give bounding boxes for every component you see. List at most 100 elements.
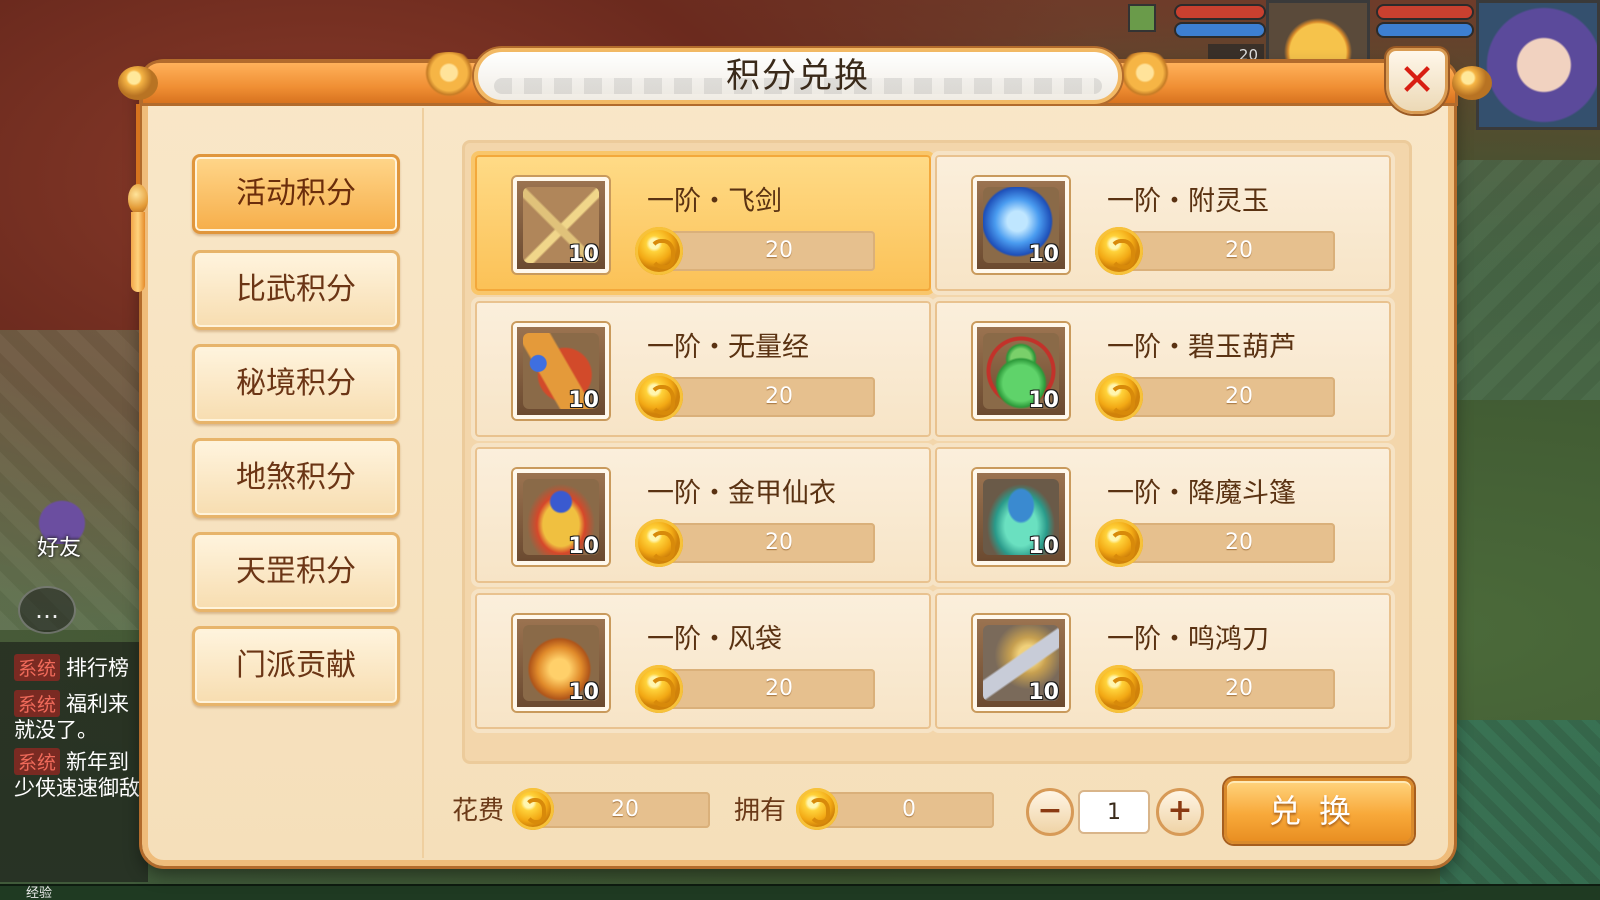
category-tab[interactable]: 秘境积分: [192, 344, 400, 424]
item-card[interactable]: 10 一阶・无量经 20: [471, 297, 935, 441]
coin-icon: [1095, 373, 1143, 421]
friend-button-label[interactable]: 好友: [24, 530, 94, 562]
chat-tag: 系统: [14, 654, 61, 681]
tassel-tail: [131, 212, 145, 292]
demon-cloak-icon: 10: [973, 469, 1069, 565]
chat-tag: 系统: [14, 748, 61, 775]
tassel-ornament: [126, 104, 150, 294]
plus-icon: +: [1167, 793, 1193, 828]
coin-icon: [796, 788, 838, 830]
coin-icon: [635, 373, 683, 421]
scripture-scroll-icon: 10: [513, 323, 609, 419]
chat-text: 福利来: [66, 692, 130, 716]
category-tab[interactable]: 门派贡献: [192, 626, 400, 706]
scroll-rod-ornament: [118, 66, 158, 100]
close-button[interactable]: ✕: [1386, 48, 1448, 114]
item-card[interactable]: 10 一阶・附灵玉 20: [931, 151, 1395, 295]
item-price: 20: [1127, 231, 1335, 271]
chat-text: 就没了。: [14, 718, 98, 742]
category-tab[interactable]: 活动积分: [192, 154, 400, 234]
item-price: 20: [1127, 377, 1335, 417]
chat-text: 新年到: [66, 750, 130, 774]
tassel-knot: [128, 184, 148, 214]
item-name: 一阶・无量经: [647, 332, 809, 363]
minghong-blade-icon: 10: [973, 615, 1069, 711]
experience-label: 经验: [26, 886, 53, 900]
experience-bar: [0, 884, 1600, 900]
coin-icon: [512, 788, 554, 830]
item-price: 20: [667, 669, 875, 709]
item-card[interactable]: 10 一阶・飞剑 20: [471, 151, 935, 295]
pet-hp-bar: [1174, 4, 1266, 20]
item-quantity: 10: [1028, 680, 1059, 705]
jade-gourd-icon: 10: [973, 323, 1069, 419]
chat-bubble-icon[interactable]: …: [18, 586, 76, 634]
exchange-button[interactable]: 兑换: [1224, 778, 1414, 844]
item-quantity: 10: [568, 534, 599, 559]
coin-icon: [635, 665, 683, 713]
increase-quantity-button[interactable]: +: [1156, 788, 1204, 836]
coin-icon: [1095, 227, 1143, 275]
item-quantity: 10: [1028, 242, 1059, 267]
item-quantity: 10: [1028, 534, 1059, 559]
category-tab[interactable]: 比武积分: [192, 250, 400, 330]
quantity-input[interactable]: [1078, 790, 1150, 834]
item-card[interactable]: 10 一阶・金甲仙衣 20: [471, 443, 935, 587]
ground-tiles: [0, 330, 160, 630]
category-tab[interactable]: 地煞积分: [192, 438, 400, 518]
item-name: 一阶・飞剑: [647, 186, 782, 217]
item-card[interactable]: 10 一阶・碧玉葫芦 20: [931, 297, 1395, 441]
item-name: 一阶・附灵玉: [1107, 186, 1269, 217]
chat-line: 就没了。: [14, 714, 98, 744]
minimap-icon[interactable]: [1128, 4, 1156, 32]
item-name: 一阶・金甲仙衣: [647, 478, 836, 509]
coin-icon: [1095, 519, 1143, 567]
chat-line: 少侠速速御敌: [14, 772, 140, 802]
player-mp-bar: [1376, 22, 1474, 38]
item-name: 一阶・碧玉葫芦: [1107, 332, 1296, 363]
chat-line: 系统 排行榜: [14, 652, 129, 682]
item-name: 一阶・降魔斗篷: [1107, 478, 1296, 509]
coin-icon: [635, 227, 683, 275]
pet-mp-bar: [1174, 22, 1266, 38]
minus-icon: −: [1037, 793, 1063, 828]
item-card[interactable]: 10 一阶・鸣鸿刀 20: [931, 589, 1395, 733]
item-quantity: 10: [568, 242, 599, 267]
owned-value: 0: [814, 792, 994, 828]
item-grid[interactable]: 10 一阶・飞剑 20 10 一阶・附灵玉 20 10 一阶・无量经 20 10 一阶・碧玉葫芦 20…: [462, 140, 1412, 764]
crossed-swords-icon: 10: [513, 177, 609, 273]
item-name: 一阶・风袋: [647, 624, 782, 655]
chat-text: 排行榜: [66, 656, 130, 680]
item-price: 20: [667, 523, 875, 563]
item-quantity: 10: [568, 388, 599, 413]
item-quantity: 10: [1028, 388, 1059, 413]
item-card[interactable]: 10 一阶・风袋 20: [471, 589, 935, 733]
coin-icon: [1095, 665, 1143, 713]
player-hp-bar: [1376, 4, 1474, 20]
chat-tag: 系统: [14, 690, 61, 717]
item-price: 20: [667, 377, 875, 417]
roof-tiles: [1440, 720, 1600, 890]
chat-panel[interactable]: 系统 排行榜 系统 福利来 就没了。 系统 新年到 少侠速速御敌: [0, 642, 148, 882]
item-price: 20: [667, 231, 875, 271]
dialog-title: 积分兑换: [726, 56, 870, 96]
tassel-cord: [136, 104, 140, 194]
coin-icon: [635, 519, 683, 567]
decrease-quantity-button[interactable]: −: [1026, 788, 1074, 836]
blue-jade-icon: 10: [973, 177, 1069, 273]
chat-text: 少侠速速御敌: [14, 776, 140, 800]
item-name: 一阶・鸣鸿刀: [1107, 624, 1269, 655]
cost-label: 花费: [452, 796, 505, 826]
player-avatar[interactable]: [1476, 0, 1600, 130]
cost-value: 20: [530, 792, 710, 828]
category-tab[interactable]: 天罡积分: [192, 532, 400, 612]
item-price: 20: [1127, 523, 1335, 563]
close-icon: ✕: [1398, 55, 1436, 106]
scroll-rod-ornament: [1452, 66, 1492, 100]
item-card[interactable]: 10 一阶・降魔斗篷 20: [931, 443, 1395, 587]
roof-tiles: [1430, 160, 1600, 400]
item-price: 20: [1127, 669, 1335, 709]
wind-bag-icon: 10: [513, 615, 609, 711]
item-quantity: 10: [568, 680, 599, 705]
golden-armor-icon: 10: [513, 469, 609, 565]
